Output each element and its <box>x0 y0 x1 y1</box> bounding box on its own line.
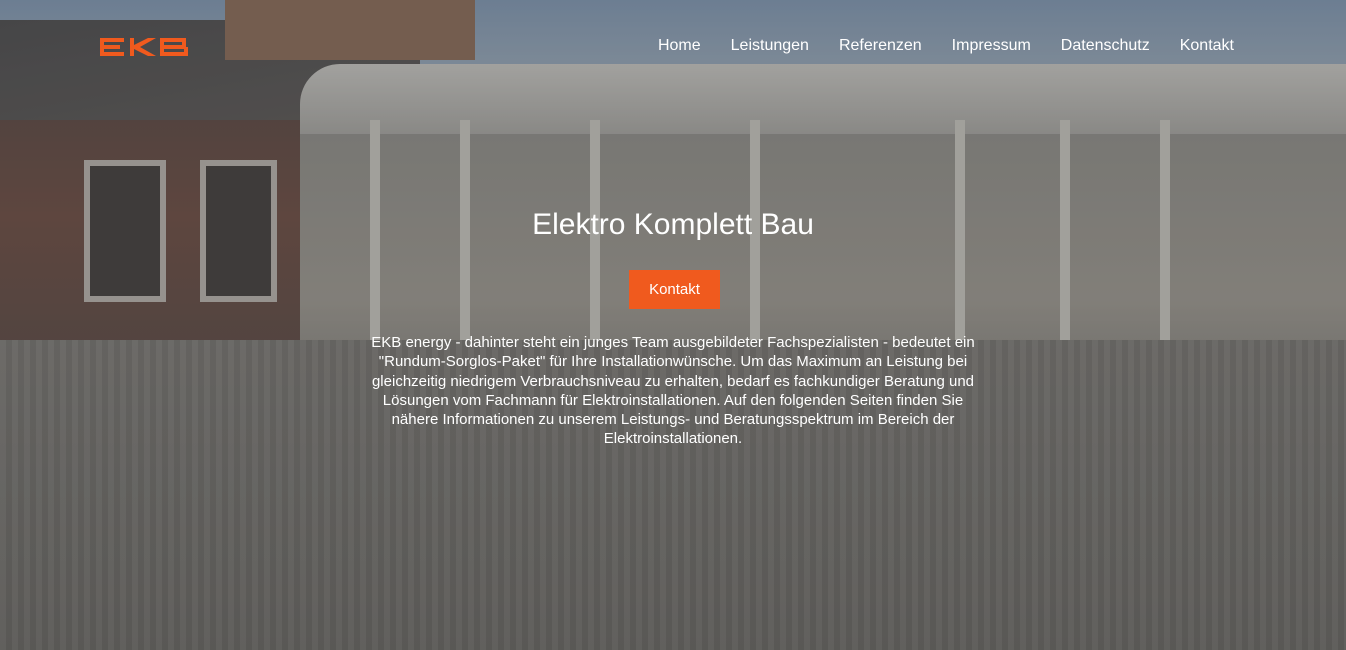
nav-link-home[interactable]: Home <box>658 37 701 55</box>
nav-link-datenschutz[interactable]: Datenschutz <box>1061 37 1150 55</box>
hero-title: Elektro Komplett Bau <box>532 208 814 241</box>
hero-description: EKB energy - dahinter steht ein junges T… <box>371 334 975 448</box>
nav-link-impressum[interactable]: Impressum <box>952 37 1031 55</box>
ekb-logo[interactable] <box>100 38 188 56</box>
hero-background <box>0 0 1346 650</box>
nav-link-leistungen[interactable]: Leistungen <box>731 37 809 55</box>
background-overlay <box>0 0 1346 650</box>
contact-button[interactable]: Kontakt <box>629 270 720 309</box>
main-navigation: Home Leistungen Referenzen Impressum Dat… <box>658 37 1234 55</box>
nav-link-referenzen[interactable]: Referenzen <box>839 37 922 55</box>
nav-link-kontakt[interactable]: Kontakt <box>1180 37 1234 55</box>
